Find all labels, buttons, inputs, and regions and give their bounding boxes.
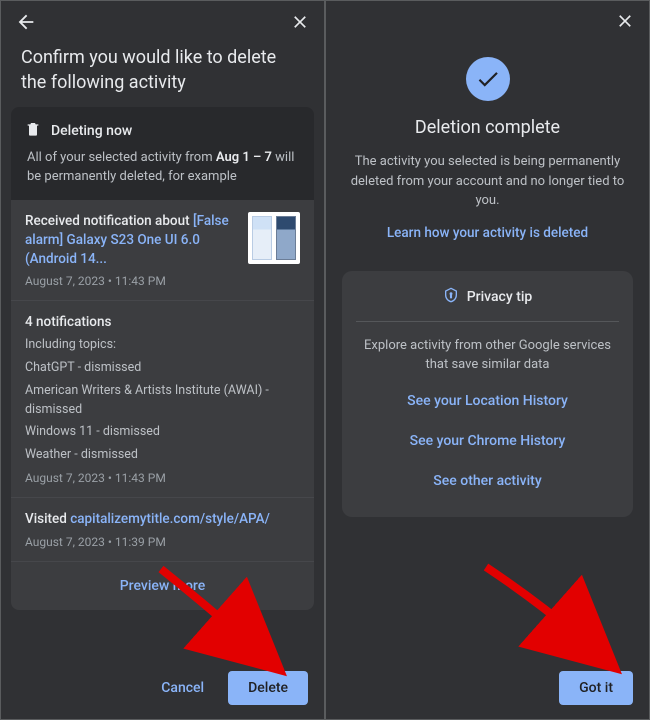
complete-pane: Deletion complete The activity you selec… [325, 0, 650, 720]
deleting-sub: All of your selected activity from Aug 1… [25, 149, 300, 185]
item-time: August 7, 2023 • 11:39 PM [25, 535, 300, 549]
got-it-button[interactable]: Got it [559, 671, 633, 705]
delete-button[interactable]: Delete [228, 671, 308, 705]
footer: Cancel Delete [1, 657, 324, 719]
trash-icon [25, 121, 41, 141]
footer: Got it [326, 657, 649, 719]
list-item: 4 notifications Including topics: ChatGP… [11, 301, 314, 497]
location-history-link[interactable]: See your Location History [356, 381, 619, 421]
cancel-button[interactable]: Cancel [151, 672, 214, 704]
deleting-banner: Deleting now All of your selected activi… [11, 107, 314, 199]
tip-body: Explore activity from other Google servi… [356, 322, 619, 381]
privacy-tip-card: Privacy tip Explore activity from other … [342, 271, 633, 517]
list-item: Visited capitalizemytitle.com/style/APA/… [11, 498, 314, 562]
item-title: Received notification about [False alarm… [25, 212, 238, 269]
close-icon[interactable] [615, 11, 635, 35]
thumbnail [248, 212, 300, 264]
confirm-pane: Confirm you would like to delete the fol… [0, 0, 325, 720]
item-title: Visited capitalizemytitle.com/style/APA/ [25, 510, 300, 529]
item-link[interactable]: capitalizemytitle.com/style/APA/ [70, 511, 270, 527]
chrome-history-link[interactable]: See your Chrome History [356, 421, 619, 461]
close-icon[interactable] [290, 12, 310, 36]
page-title: Confirm you would like to delete the fol… [1, 43, 324, 107]
item-time: August 7, 2023 • 11:43 PM [25, 274, 238, 288]
list-item: Received notification about [False alarm… [11, 200, 314, 302]
header [326, 1, 649, 35]
other-activity-link[interactable]: See other activity [356, 461, 619, 501]
check-icon [466, 57, 510, 101]
complete-title: Deletion complete [342, 117, 633, 138]
deleting-head: Deleting now [25, 121, 300, 141]
tip-head: Privacy tip [356, 287, 619, 322]
item-time: August 7, 2023 • 11:43 PM [25, 471, 300, 485]
activity-list: Received notification about [False alarm… [11, 200, 314, 610]
complete-body: The activity you selected is being perma… [342, 152, 633, 211]
back-icon[interactable] [15, 11, 37, 37]
preview-more-link[interactable]: Preview more [11, 562, 314, 610]
learn-link[interactable]: Learn how your activity is deleted [342, 225, 633, 241]
item-title: 4 notifications [25, 313, 300, 332]
header [1, 1, 324, 43]
shield-icon [443, 287, 459, 307]
content: Deletion complete The activity you selec… [326, 35, 649, 657]
content: Deleting now All of your selected activi… [1, 107, 324, 657]
